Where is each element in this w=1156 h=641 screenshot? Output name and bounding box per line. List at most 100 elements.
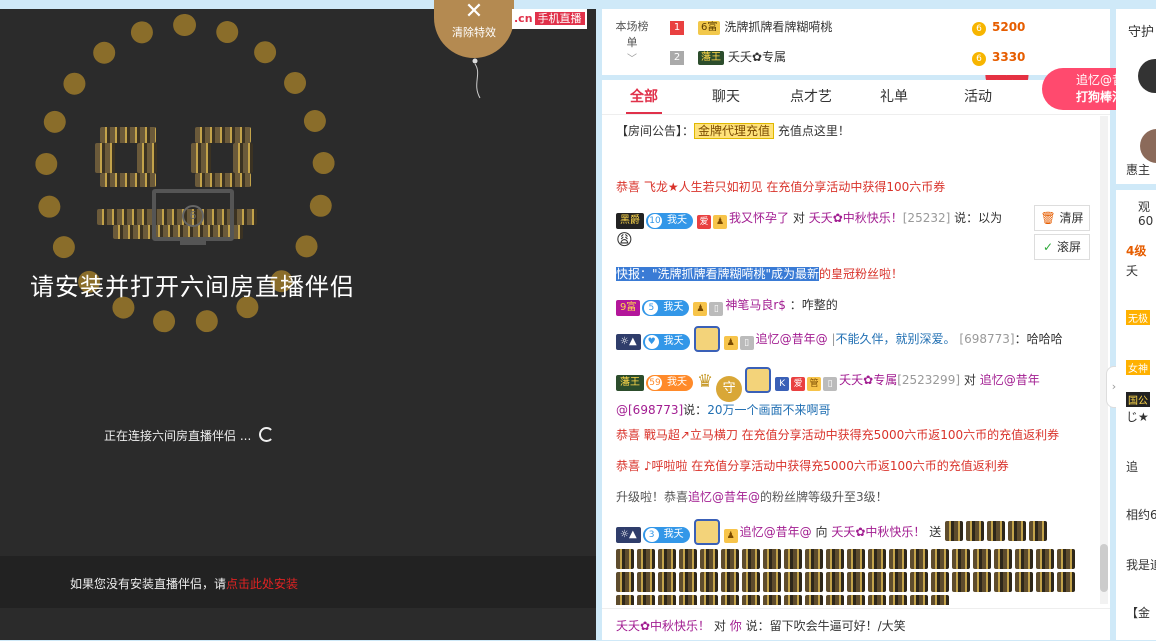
gift-icon xyxy=(1029,521,1048,541)
gift-icon xyxy=(763,549,781,569)
gift-icon xyxy=(805,549,823,569)
chat-user-name[interactable]: 夭夭✿专属 xyxy=(839,373,897,387)
install-tip: 如果您没有安装直播伴侣，请点击此处安装 xyxy=(70,575,298,592)
chat-panel: 全部 聊天 点才艺 礼单 活动 【房间公告】： 金牌代理充值 充值点这里！ 恭喜 … xyxy=(602,80,1110,640)
tab-chat[interactable]: 聊天 xyxy=(712,80,740,114)
chat-to: 对 xyxy=(963,373,976,387)
fan-level: 5 xyxy=(644,301,659,315)
clear-effects-label: 清除特效 xyxy=(452,26,496,39)
tab-talent[interactable]: 点才艺 xyxy=(790,80,832,114)
gift-icon xyxy=(616,572,634,592)
keep-button[interactable]: 保留 xyxy=(980,58,1034,118)
smiley-eye-left-side xyxy=(95,143,115,173)
gift-icon xyxy=(1015,572,1033,592)
mobile-live-tag: 手机直播 xyxy=(534,12,585,25)
smiley-eye-left-top xyxy=(100,127,156,143)
viewer-level: 4级 xyxy=(1126,244,1147,258)
list-item: 快报："洗牌抓牌看牌糊嗬桃"成为最新的皇冠粉丝啦！ xyxy=(616,263,1092,285)
rank-row[interactable]: 1 6富 洗牌抓牌看牌糊嗬桃 6 5200 xyxy=(670,17,1100,37)
smiley-eye-right-bottom xyxy=(195,173,251,187)
rank-panel: 本场榜单 ﹀ 1 6富 洗牌抓牌看牌糊嗬桃 6 5200 2 藩王 夭夭✿专属 6 3330 xyxy=(602,9,1110,75)
avatar[interactable] xyxy=(1140,129,1156,163)
announcement-text[interactable]: 充值点这里！ xyxy=(778,124,850,138)
fan-badge: ♥ 我夭 xyxy=(642,334,690,350)
chat-text: 说：留下吹会牛逼可好！/大笑 xyxy=(745,619,906,633)
chat-to: 对 xyxy=(713,619,726,633)
gift-icon xyxy=(742,595,760,605)
viewer-name[interactable]: じ★ xyxy=(1126,408,1149,425)
fan-level: 59 xyxy=(648,376,662,390)
site-logo[interactable]: .cn 手机直播 xyxy=(512,9,587,29)
announcement-badge[interactable]: 金牌代理充值 xyxy=(694,123,775,139)
phone-icon: ▯ xyxy=(823,377,838,391)
avatar[interactable] xyxy=(745,367,772,393)
avatar[interactable] xyxy=(693,519,720,545)
vip-badge: ☼▲ xyxy=(616,334,641,350)
news-flash-text: 的皇冠粉丝啦！ xyxy=(819,267,904,281)
chat-user-name[interactable]: 我又怀孕了 xyxy=(729,211,789,225)
gift-icon xyxy=(616,595,634,605)
tab-gift-list[interactable]: 礼单 xyxy=(880,80,908,114)
gift-icon xyxy=(616,549,634,569)
scroll-thumb[interactable] xyxy=(1100,544,1108,592)
connecting-status: 正在连接六间房直播伴侣 ... xyxy=(104,427,275,444)
guard-title: 守护 xyxy=(1128,25,1155,40)
chat-user-name[interactable]: 夭夭✿中秋快乐！ xyxy=(616,619,710,633)
rank-label[interactable]: 本场榜单 ﹀ xyxy=(612,18,652,65)
fan-name: 我夭 xyxy=(663,529,684,540)
clear-screen-button[interactable]: 🗑 清屏 xyxy=(1034,205,1090,231)
rank-row[interactable]: 2 藩王 夭夭✿专属 6 3330 xyxy=(670,47,1100,67)
gift-icon xyxy=(1036,549,1054,569)
rank-number: 1 xyxy=(670,21,684,35)
announcement: 【房间公告】： 金牌代理充值 充值点这里！ xyxy=(616,120,1092,142)
announcement-label: 【房间公告】： xyxy=(616,124,695,138)
tab-all[interactable]: 全部 xyxy=(626,80,662,114)
chat-send: 送 xyxy=(929,525,942,539)
viewer-badge: 无极 xyxy=(1126,310,1150,325)
chat-scrollbar[interactable] xyxy=(1100,116,1108,604)
gift-icon xyxy=(889,549,907,569)
gift-icon xyxy=(931,595,949,605)
coin-icon: 6 xyxy=(972,52,986,66)
chat-target-name[interactable]: 追忆@昔年 xyxy=(980,373,1040,387)
rank-user-name: 洗牌抓牌看牌糊嗬桃 xyxy=(724,20,833,34)
install-link[interactable]: 点击此处安装 xyxy=(226,577,298,591)
rank-level-badge: 藩王 xyxy=(698,51,724,65)
chat-user-name[interactable]: 神笔马良r$ xyxy=(725,298,786,312)
gift-icon xyxy=(658,572,676,592)
avatar[interactable] xyxy=(1138,59,1156,93)
viewer-name[interactable]: 相约6 xyxy=(1126,506,1156,523)
rank-score: 5200 xyxy=(992,20,1026,34)
viewer-name[interactable]: 【金 xyxy=(1126,604,1150,621)
chat-user-name[interactable]: 追忆@昔年@ xyxy=(688,490,760,504)
viewer-name[interactable]: 夭 xyxy=(1126,262,1138,279)
scroll-screen-button[interactable]: ✓ 滚屏 xyxy=(1034,234,1090,260)
gift-icon xyxy=(1008,521,1027,541)
list-item: 藩王 59 我夭 ♛ 守 K 爱管 ▯ 夭夭✿专属[2523299] 对 追忆@昔年 @[698… xyxy=(616,367,1092,420)
gift-icon xyxy=(784,549,802,569)
chat-target-name[interactable]: 夭夭✿中秋快乐！ xyxy=(809,211,903,225)
chat-user-name[interactable]: 追忆@昔年@ xyxy=(740,525,812,539)
close-icon: ✕ xyxy=(464,0,484,24)
gift-icon xyxy=(868,549,886,569)
gift-icon xyxy=(700,595,718,605)
heart-icon: ♥ xyxy=(644,335,659,349)
chat-user-name[interactable]: 追忆@昔年@ xyxy=(756,332,828,346)
viewer-name[interactable]: 追 xyxy=(1126,458,1138,475)
member-icon: ♟ xyxy=(723,336,738,350)
gift-icon xyxy=(847,595,865,605)
viewer-name[interactable]: 我是追 xyxy=(1126,556,1156,573)
avatar[interactable] xyxy=(693,326,720,352)
list-item: ☼▲ 3 我夭 ♟ 追忆@昔年@ 向 夭夭✿中秋快乐！ 送 xyxy=(616,519,1092,605)
k-icon: K xyxy=(775,377,790,391)
rank-label-text: 本场榜单 xyxy=(615,20,649,49)
chat-target-name[interactable]: 夭夭✿中秋快乐！ xyxy=(831,525,925,539)
viewer-badge: 女神 xyxy=(1126,360,1150,375)
list-item: 夭夭✿中秋快乐！ 对 你 说：留下吹会牛逼可好！/大笑 xyxy=(616,615,1092,637)
chat-tabs: 全部 聊天 点才艺 礼单 活动 xyxy=(602,80,1110,115)
fan-badge: 5 我夭 xyxy=(642,300,690,316)
gift-icon xyxy=(784,595,802,605)
crown-icon: ♛ xyxy=(697,371,714,392)
fan-level: 10 xyxy=(648,214,662,228)
gift-icon xyxy=(847,572,865,592)
